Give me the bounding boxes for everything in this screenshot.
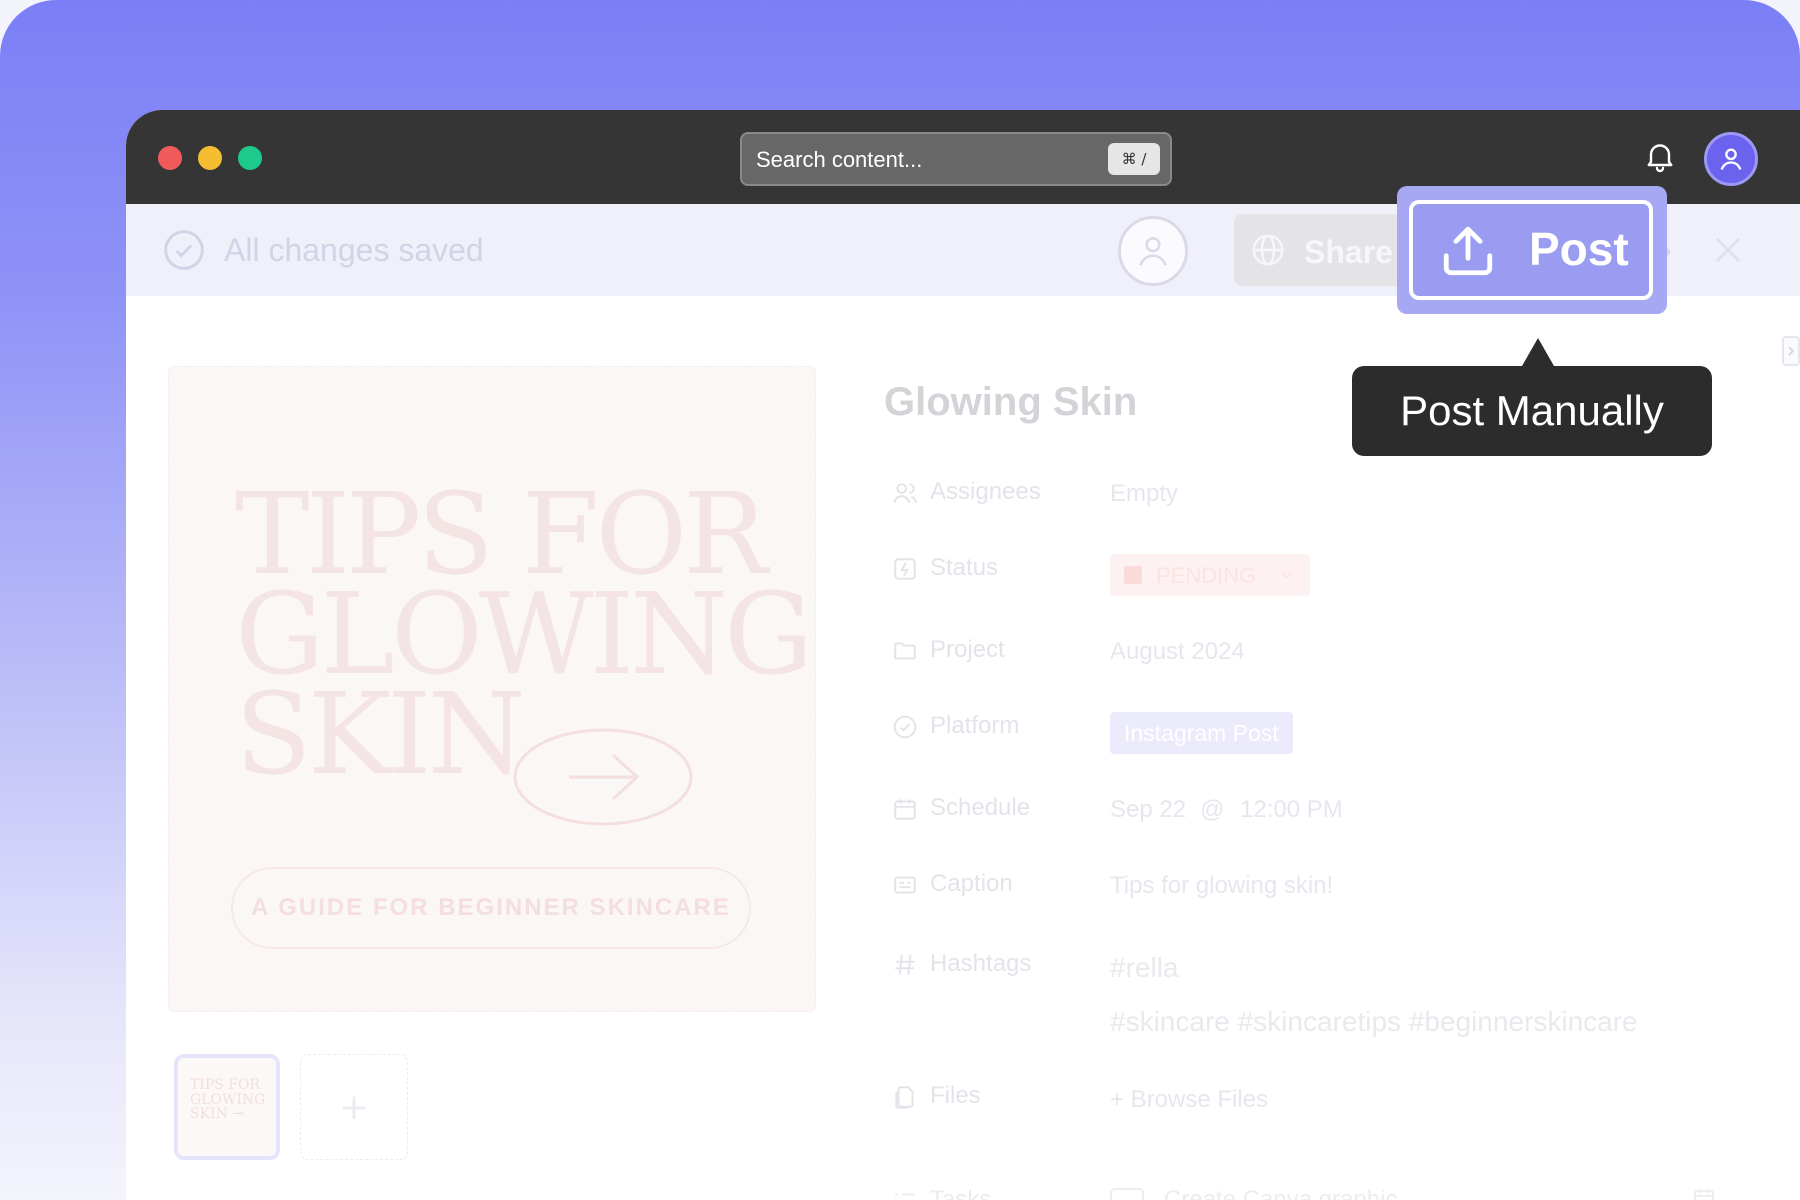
users-icon <box>893 483 917 504</box>
caption-icon <box>894 876 916 894</box>
bell-icon[interactable] <box>1642 138 1678 174</box>
tooltip-text: Post Manually <box>1400 387 1664 434</box>
document-title[interactable]: Glowing Skin <box>884 380 1137 425</box>
check-badge-icon <box>893 715 917 739</box>
arrow-right-icon <box>513 728 693 826</box>
post-manually-tooltip: Post Manually <box>1352 366 1712 456</box>
schedule-time[interactable]: 12:00 PM <box>1240 796 1343 824</box>
status-color-swatch <box>1124 566 1142 584</box>
search-input[interactable]: Search content... ⌘ / <box>740 132 1172 186</box>
schedule-date[interactable]: Sep 22 <box>1110 796 1186 824</box>
platform-label: Platform <box>930 712 1020 739</box>
close-icon[interactable] <box>1710 232 1746 268</box>
preview-headline-line: SKIN <box>235 670 526 800</box>
post-preview-image: TIPS FOR GLOWING SKIN A GUIDE FOR BEGINN… <box>168 366 816 1012</box>
chevron-right-icon <box>1788 346 1795 356</box>
file-icon <box>895 1086 914 1109</box>
status-icon <box>894 558 916 580</box>
chevron-down-icon <box>1281 572 1293 579</box>
save-status-text: All changes saved <box>224 232 484 268</box>
image-thumbnail[interactable]: TIPS FOR GLOWING SKIN → <box>174 1054 280 1160</box>
tasks-icon <box>895 1193 915 1196</box>
platform-tag[interactable]: Instagram Post <box>1110 712 1293 754</box>
user-avatar-icon <box>1720 148 1742 170</box>
task-checkbox[interactable] <box>1110 1188 1144 1200</box>
hashtag-icon <box>895 955 915 975</box>
browse-files-link[interactable]: + Browse Files <box>1110 1086 1268 1114</box>
maximize-window-button[interactable] <box>238 146 262 170</box>
project-label: Project <box>930 636 1005 663</box>
status-value: PENDING <box>1156 563 1257 588</box>
upload-icon <box>1443 226 1493 276</box>
user-avatar-button[interactable] <box>1704 132 1758 186</box>
task-text[interactable]: Create Canva graphic <box>1164 1186 1397 1200</box>
caption-value[interactable]: Tips for glowing skin! <box>1110 872 1333 900</box>
tooltip-pointer <box>1522 338 1554 366</box>
user-icon <box>1139 237 1167 266</box>
minimize-window-button[interactable] <box>198 146 222 170</box>
preview-guide-pill: A GUIDE FOR BEGINNER SKINCARE <box>231 867 751 949</box>
status-label: Status <box>930 554 999 581</box>
schedule-label: Schedule <box>930 794 1031 821</box>
share-label: Share <box>1304 234 1393 270</box>
assignees-value[interactable]: Empty <box>1110 480 1178 508</box>
tasks-label: Tasks <box>930 1186 992 1200</box>
search-placeholder: Search content... <box>756 147 923 172</box>
share-button[interactable]: Share <box>1234 214 1410 286</box>
hashtags-line[interactable]: #skincare #skincaretips #beginnerskincar… <box>1110 1006 1638 1038</box>
close-window-button[interactable] <box>158 146 182 170</box>
caption-label: Caption <box>930 870 1013 897</box>
files-label: Files <box>930 1082 981 1109</box>
hashtags-line[interactable]: #rella <box>1110 952 1178 984</box>
hashtags-label: Hashtags <box>930 950 1032 977</box>
add-image-button[interactable]: + <box>300 1054 408 1160</box>
calendar-icon <box>894 799 916 820</box>
side-panel-toggle[interactable] <box>1782 336 1800 366</box>
status-dropdown[interactable]: PENDING <box>1110 554 1310 596</box>
post-label: Post <box>1529 223 1629 275</box>
assign-user-button[interactable] <box>1118 216 1188 286</box>
task-calendar-icon[interactable] <box>1690 1186 1718 1200</box>
project-value[interactable]: August 2024 <box>1110 638 1245 666</box>
schedule-at-symbol: @ <box>1200 796 1225 823</box>
thumbnail-line: TIPS FOR <box>190 1077 261 1093</box>
post-button[interactable]: Post <box>1409 200 1653 300</box>
post-button-highlight: Post <box>1397 186 1667 314</box>
check-circle-icon <box>164 230 204 270</box>
folder-icon <box>894 642 916 660</box>
assignees-label: Assignees <box>930 478 1041 505</box>
thumbnail-line: GLOWING <box>190 1091 266 1108</box>
thumbnail-line: SKIN → <box>190 1106 245 1123</box>
globe-icon <box>1252 234 1284 266</box>
search-shortcut-badge: ⌘ / <box>1108 143 1160 175</box>
